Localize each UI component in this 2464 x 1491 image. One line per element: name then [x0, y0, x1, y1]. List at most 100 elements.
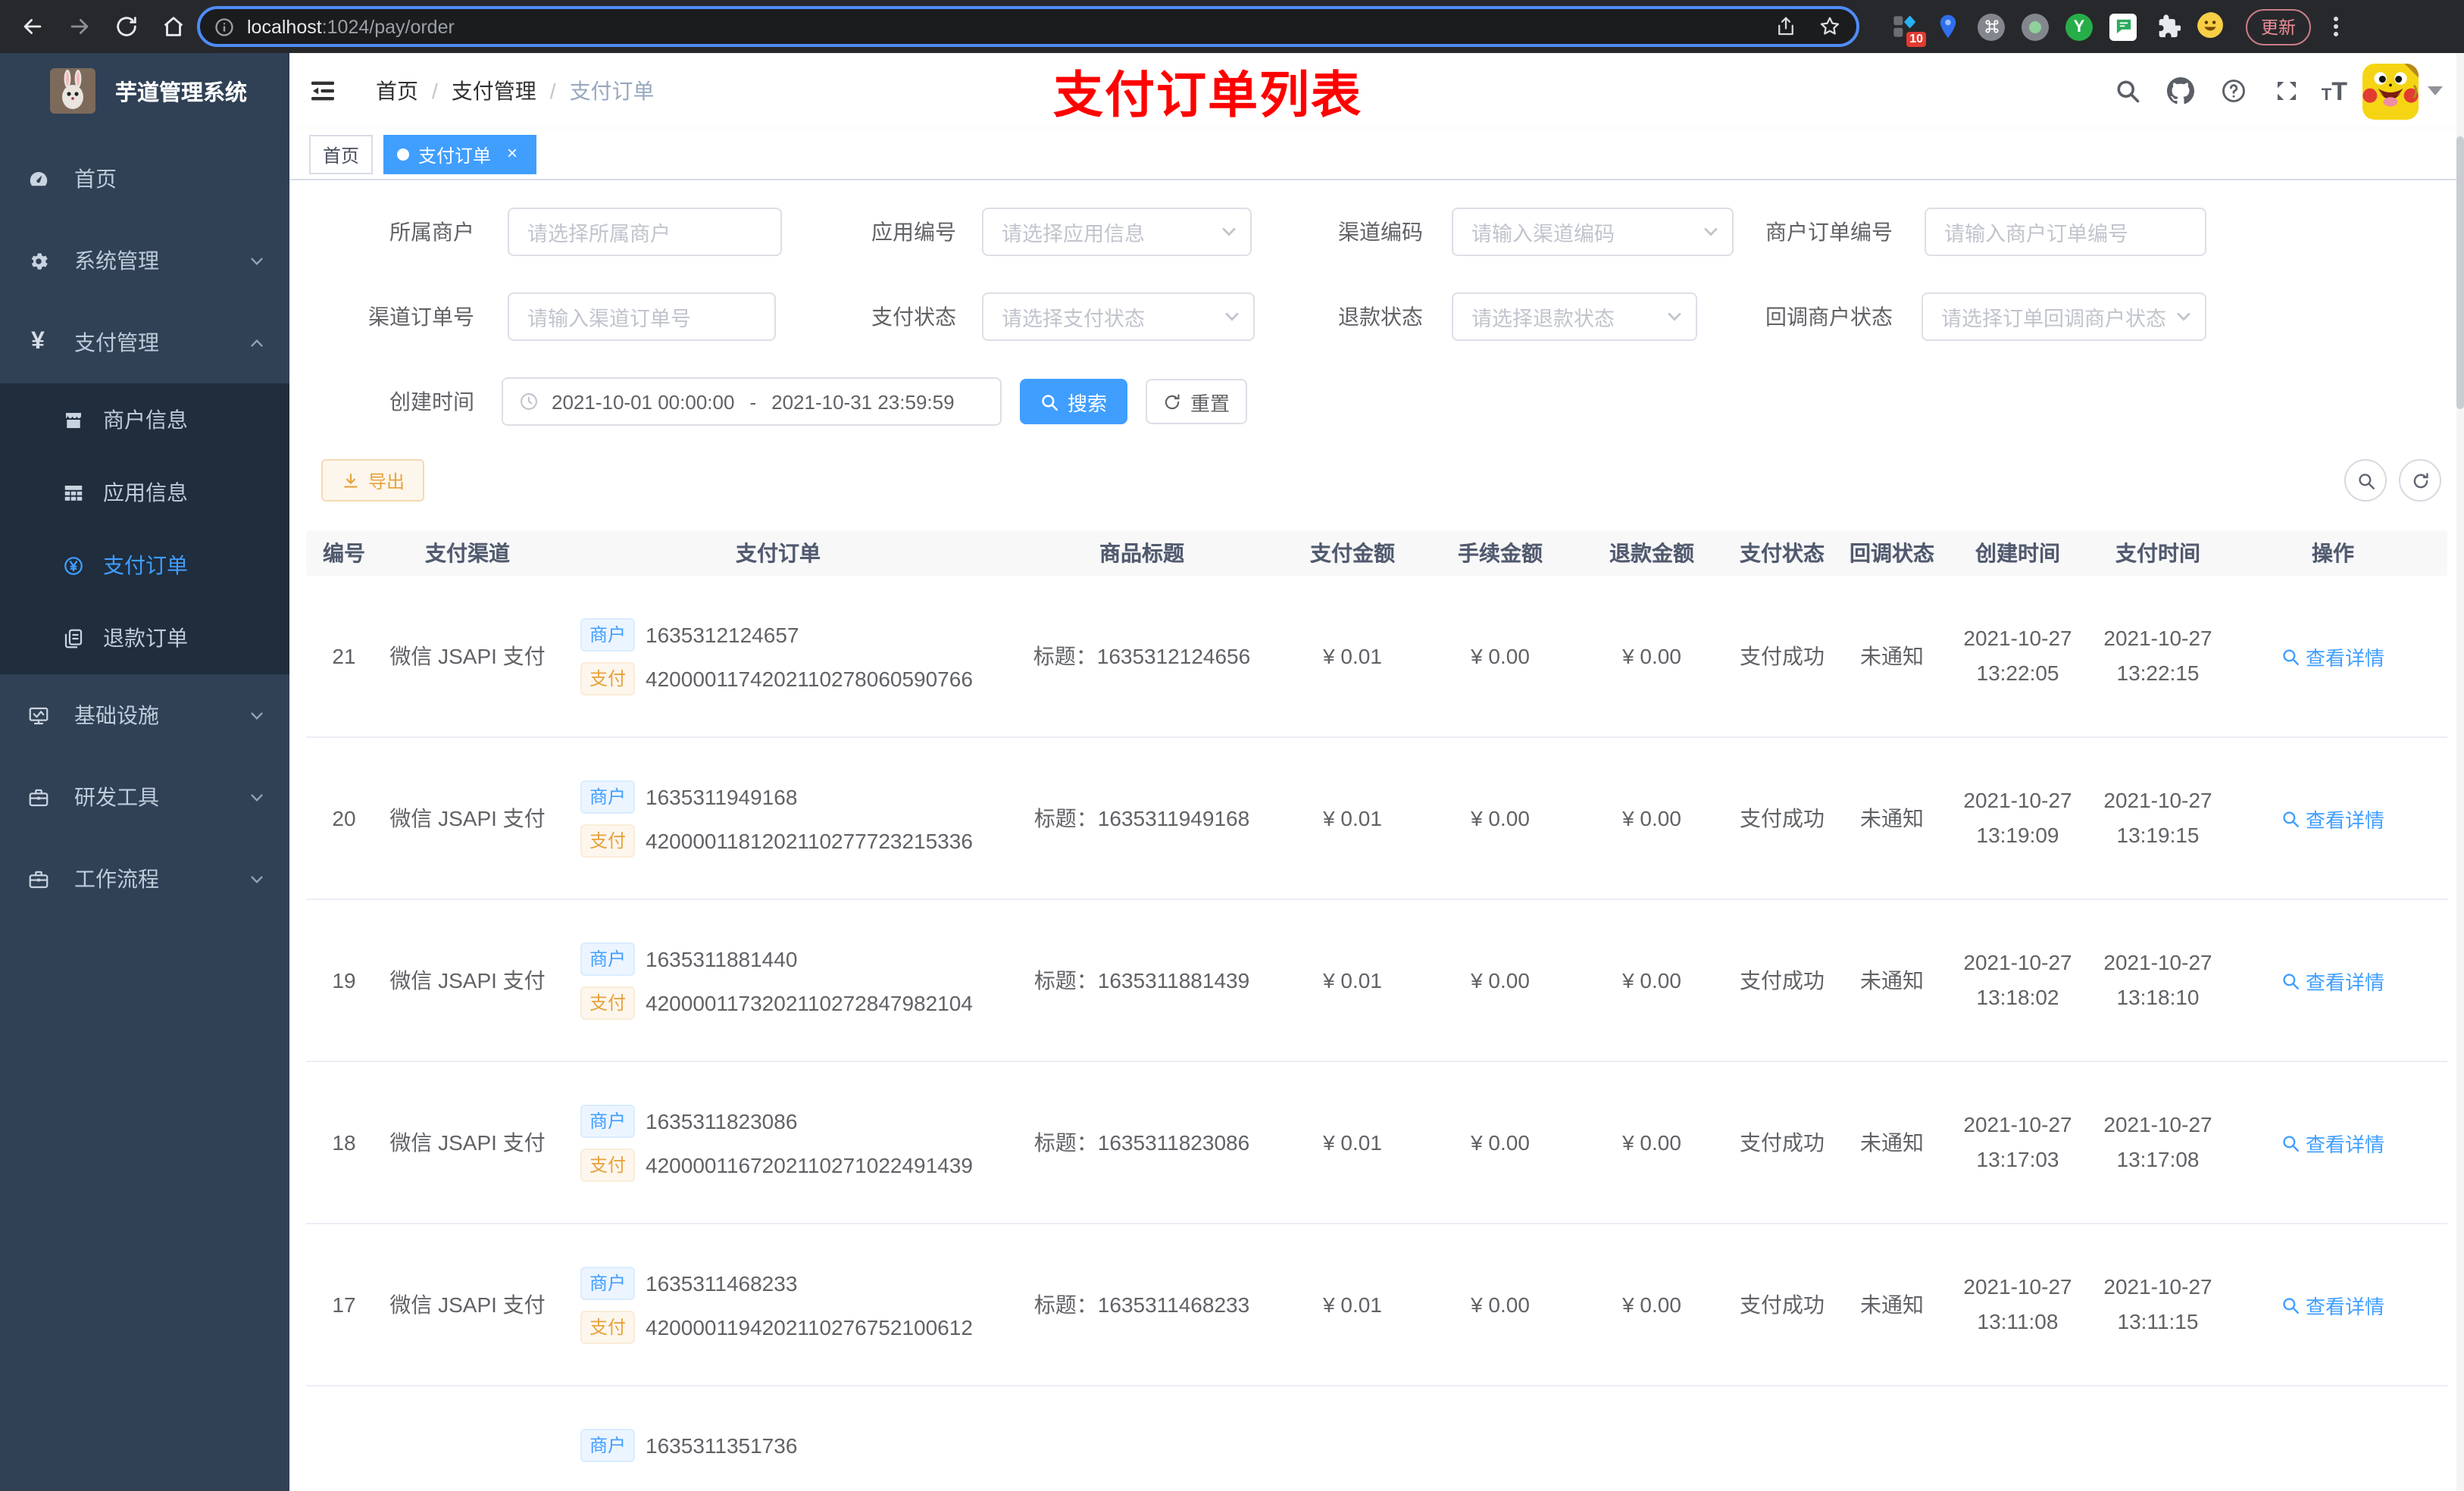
clock-icon — [518, 391, 539, 412]
create-time: 2021-10-27 13:17:03 — [1963, 1112, 2072, 1171]
sidebar-item-workflow[interactable]: 工作流程 — [0, 838, 289, 920]
back-icon[interactable] — [17, 11, 47, 42]
dashboard-icon — [26, 167, 50, 191]
create-time-filter-label: 创建时间 — [389, 389, 474, 414]
app-header: 首页 / 支付管理 / 支付订单 支付订单列表 TT — [289, 53, 2464, 129]
breadcrumb-home[interactable]: 首页 — [376, 76, 418, 106]
view-detail-link[interactable]: 查看详情 — [2281, 1290, 2384, 1319]
col-order-cell: 商户 1635312124657 支付 42000011742021102780605… — [553, 607, 1003, 705]
extension-badge: 10 — [1906, 31, 1926, 46]
share-icon[interactable] — [1775, 15, 1797, 38]
sidebar-item-label: 应用信息 — [103, 480, 188, 505]
create-time-end[interactable]: 2021-10-31 23:59:59 — [771, 390, 954, 413]
merchant-filter-input[interactable]: 请选择所属商户 — [508, 208, 782, 256]
github-icon[interactable] — [2162, 73, 2199, 109]
merchant-order-no-filter-input[interactable]: 请输入商户订单编号 — [1925, 208, 2206, 256]
sidebar-item-system[interactable]: 系统管理 — [0, 220, 289, 302]
channel-order-no-filter-input[interactable]: 请输入渠道订单号 — [508, 292, 776, 341]
app-logo-row[interactable]: 芋道管理系统 — [0, 53, 289, 129]
order-number: 4200001174202110278060590766 — [646, 666, 973, 690]
view-detail-link[interactable]: 查看详情 — [2281, 804, 2384, 833]
chevron-down-icon — [249, 871, 265, 887]
create-time-start[interactable]: 2021-10-01 00:00:00 — [552, 390, 734, 413]
fullscreen-icon[interactable] — [2269, 73, 2305, 109]
sidebar-item-app-info[interactable]: 应用信息 — [0, 456, 289, 529]
pay-time: 2021-10-27 13:18:10 — [2103, 950, 2212, 1009]
command-extension-icon[interactable] — [1976, 11, 2006, 42]
col-created-cell: 2021-10-27 13:22:05 — [1947, 621, 2088, 691]
y-extension-icon[interactable]: Y — [2064, 11, 2094, 42]
order-line: 支付 4200001174202110278060590766 — [580, 661, 1003, 695]
tag-pay-order[interactable]: 支付订单 × — [383, 135, 537, 174]
view-detail-link[interactable]: 查看详情 — [2281, 642, 2384, 670]
page-scrollbar[interactable] — [2456, 53, 2464, 1491]
sidebar-item-pay-order[interactable]: 支付订单 — [0, 529, 289, 602]
col-id-cell: 18 — [332, 1130, 356, 1155]
create-time-range-picker[interactable]: 2021-10-01 00:00:00 - 2021-10-31 23:59:5… — [502, 377, 1002, 426]
gear-icon — [26, 248, 50, 273]
close-icon[interactable]: × — [502, 143, 523, 165]
sidebar-item-home[interactable]: 首页 — [0, 138, 289, 220]
hamburger-icon[interactable] — [308, 76, 338, 106]
extensions-puzzle-icon[interactable] — [2152, 11, 2182, 42]
col-channel-header: 支付渠道 — [425, 541, 510, 565]
reload-icon[interactable] — [111, 11, 141, 42]
app-title: 芋道管理系统 — [115, 81, 247, 105]
view-detail-link[interactable]: 查看详情 — [2281, 966, 2384, 995]
col-title-cell: 标题：1635312124656 — [1033, 644, 1251, 668]
toolbox-icon — [26, 785, 50, 809]
col-title-cell: 标题：1635311881439 — [1033, 968, 1250, 992]
col-action-cell: 查看详情 — [2228, 804, 2438, 833]
sidebar-item-label: 支付订单 — [103, 553, 188, 577]
order-line: 支付 4200001181202110277723215336 — [580, 824, 1003, 857]
order-number: 1635311823086 — [646, 1108, 798, 1133]
reset-button[interactable]: 重置 — [1146, 379, 1247, 424]
search-icon[interactable] — [2109, 73, 2146, 109]
export-button[interactable]: 导出 — [321, 459, 424, 502]
pay-time: 2021-10-27 13:22:15 — [2103, 626, 2212, 685]
col-action-cell: 查看详情 — [2228, 642, 2438, 670]
home-icon[interactable] — [158, 11, 188, 42]
address-bar[interactable]: localhost:1024/pay/order — [197, 6, 1859, 47]
search-button[interactable]: 搜索 — [1020, 379, 1127, 424]
dot-extension-icon[interactable] — [2020, 11, 2050, 42]
info-icon[interactable] — [214, 16, 235, 37]
pay-status-filter-select[interactable]: 请选择支付状态 — [982, 292, 1255, 341]
profile-avatar-icon[interactable] — [2196, 11, 2226, 42]
chat-extension-icon[interactable] — [2108, 11, 2138, 42]
yen-circle-icon — [61, 553, 85, 577]
breadcrumb-pay-manage[interactable]: 支付管理 — [452, 76, 536, 106]
create-time: 2021-10-27 13:18:02 — [1963, 950, 2072, 1009]
sidebar-item-label: 退款订单 — [103, 626, 188, 650]
tag-home[interactable]: 首页 — [309, 135, 374, 174]
refresh-button[interactable] — [2399, 459, 2441, 502]
merchant-tag: 商户 — [580, 617, 636, 651]
order-number: 1635311949168 — [646, 784, 798, 808]
bookmark-star-icon[interactable] — [1818, 15, 1841, 38]
sidebar-item-refund-order[interactable]: 退款订单 — [0, 602, 289, 674]
sidebar-item-label: 商户信息 — [103, 408, 188, 432]
yen-icon: ¥ — [31, 329, 45, 355]
help-icon[interactable] — [2215, 73, 2252, 109]
col-title-header: 商品标题 — [1099, 541, 1184, 565]
col-status-cell: 支付成功 — [1740, 806, 1825, 830]
sidebar-item-infrastructure[interactable]: 基础设施 — [0, 674, 289, 756]
sidebar-extension-icon[interactable]: 10 — [1888, 11, 1926, 46]
forward-icon[interactable] — [64, 11, 94, 42]
pin-extension-icon[interactable] — [1932, 11, 1962, 42]
font-size-icon[interactable]: TT — [2322, 78, 2347, 104]
user-avatar[interactable] — [2362, 63, 2419, 119]
browser-toolbar: localhost:1024/pay/order 10 Y 更新 — [0, 0, 2464, 53]
app-filter-select[interactable]: 请选择应用信息 — [982, 208, 1252, 256]
chevron-down-icon[interactable] — [2428, 86, 2443, 95]
browser-update-button[interactable]: 更新 — [2246, 8, 2311, 45]
browser-menu-icon[interactable] — [2334, 17, 2338, 36]
sidebar-item-payment[interactable]: ¥ 支付管理 — [0, 302, 289, 383]
view-detail-link[interactable]: 查看详情 — [2281, 1128, 2384, 1157]
sidebar-item-dev-tools[interactable]: 研发工具 — [0, 756, 289, 838]
sidebar-item-label: 首页 — [74, 167, 117, 191]
col-channel-cell: 微信 JSAPI 支付 — [389, 1293, 546, 1317]
sidebar-item-merchant-info[interactable]: 商户信息 — [0, 383, 289, 456]
hide-search-button[interactable] — [2344, 459, 2387, 502]
callback-status-filter-select[interactable]: 请选择订单回调商户状态 — [1921, 292, 2206, 341]
